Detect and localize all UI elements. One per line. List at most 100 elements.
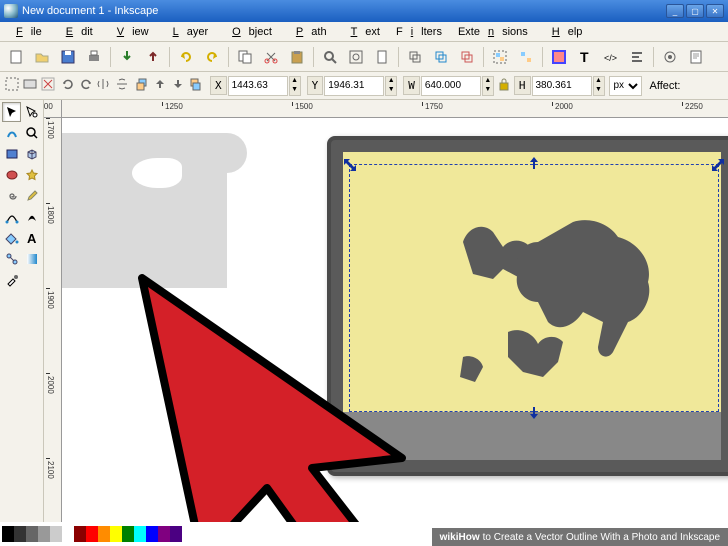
zoom-drawing-button[interactable] [344, 45, 368, 69]
duplicate-button[interactable] [403, 45, 427, 69]
unlink-clone-button[interactable] [455, 45, 479, 69]
color-swatch[interactable] [50, 526, 62, 542]
select-layer-button[interactable] [22, 76, 38, 95]
menu-layer[interactable]: Layer [157, 24, 217, 40]
flip-v-button[interactable] [114, 76, 130, 95]
color-swatch[interactable] [38, 526, 50, 542]
3dbox-tool[interactable] [22, 144, 41, 164]
color-swatch[interactable] [98, 526, 110, 542]
x-input[interactable] [228, 76, 288, 96]
gradient-tool[interactable] [22, 249, 41, 269]
page-background [62, 133, 227, 288]
import-button[interactable] [115, 45, 139, 69]
color-swatch[interactable] [170, 526, 182, 542]
deselect-button[interactable] [40, 76, 56, 95]
spiral-tool[interactable] [2, 186, 21, 206]
bitmap-frame[interactable] [327, 136, 728, 476]
export-button[interactable] [141, 45, 165, 69]
x-spinner[interactable]: ▲▼ [289, 76, 301, 96]
scale-handle-nw[interactable] [343, 158, 357, 172]
copy-button[interactable] [233, 45, 257, 69]
select-all-button[interactable] [4, 76, 20, 95]
save-button[interactable] [56, 45, 80, 69]
xml-editor-button[interactable]: </> [599, 45, 623, 69]
menu-object[interactable]: Object [216, 24, 280, 40]
scale-handle-ne[interactable] [711, 158, 725, 172]
paste-button[interactable] [285, 45, 309, 69]
menu-text[interactable]: Text [335, 24, 388, 40]
h-spinner[interactable]: ▲▼ [593, 76, 605, 96]
raise-button[interactable] [152, 76, 168, 95]
flip-h-button[interactable] [96, 76, 112, 95]
zoom-page-button[interactable] [370, 45, 394, 69]
menu-extensions[interactable]: Extensions [450, 24, 536, 40]
color-swatch[interactable] [62, 526, 74, 542]
cut-button[interactable] [259, 45, 283, 69]
align-dialog-button[interactable] [625, 45, 649, 69]
prefs-button[interactable] [658, 45, 682, 69]
connector-tool[interactable] [2, 249, 21, 269]
rect-tool[interactable] [2, 144, 21, 164]
color-swatch[interactable] [110, 526, 122, 542]
main-toolbar: T </> [0, 42, 728, 72]
color-swatch[interactable] [158, 526, 170, 542]
star-tool[interactable] [22, 165, 41, 185]
print-button[interactable] [82, 45, 106, 69]
unit-select[interactable]: px [609, 76, 642, 96]
w-spinner[interactable]: ▲▼ [482, 76, 494, 96]
w-input[interactable] [421, 76, 481, 96]
menu-file[interactable]: File [0, 24, 50, 40]
rotate-cw-button[interactable] [78, 76, 94, 95]
redo-button[interactable] [200, 45, 224, 69]
bucket-tool[interactable] [2, 228, 21, 248]
maximize-button[interactable]: ▢ [686, 4, 704, 18]
y-input[interactable] [324, 76, 384, 96]
close-button[interactable]: ✕ [706, 4, 724, 18]
zoom-fit-button[interactable] [318, 45, 342, 69]
y-spinner[interactable]: ▲▼ [385, 76, 397, 96]
ellipse-tool[interactable] [2, 165, 21, 185]
menu-filters[interactable]: Filters [388, 24, 450, 40]
tweak-tool[interactable] [2, 123, 21, 143]
lower-bottom-button[interactable] [188, 76, 204, 95]
scale-handle-s[interactable] [527, 406, 541, 420]
menu-help[interactable]: Help [536, 24, 591, 40]
h-input[interactable] [532, 76, 592, 96]
open-button[interactable] [30, 45, 54, 69]
lower-button[interactable] [170, 76, 186, 95]
color-swatch[interactable] [26, 526, 38, 542]
doc-props-button[interactable] [684, 45, 708, 69]
text-tool[interactable]: A [22, 228, 41, 248]
text-dialog-button[interactable]: T [573, 45, 597, 69]
color-swatch[interactable] [122, 526, 134, 542]
undo-button[interactable] [174, 45, 198, 69]
raise-top-button[interactable] [134, 76, 150, 95]
clone-button[interactable] [429, 45, 453, 69]
group-button[interactable] [488, 45, 512, 69]
dropper-tool[interactable] [2, 270, 22, 290]
calligraphy-tool[interactable] [22, 207, 41, 227]
canvas[interactable]: 100012501500175020002250 170018001900200… [44, 100, 728, 522]
color-swatch[interactable] [2, 526, 14, 542]
color-swatch[interactable] [14, 526, 26, 542]
color-swatch[interactable] [86, 526, 98, 542]
node-tool[interactable] [22, 102, 41, 122]
ruler-horizontal: 100012501500175020002250 [62, 100, 728, 118]
color-swatch[interactable] [134, 526, 146, 542]
pencil-tool[interactable] [22, 186, 41, 206]
menu-edit[interactable]: Edit [50, 24, 101, 40]
bezier-tool[interactable] [2, 207, 21, 227]
selector-tool[interactable] [2, 102, 21, 122]
ungroup-button[interactable] [514, 45, 538, 69]
new-doc-button[interactable] [4, 45, 28, 69]
color-swatch[interactable] [146, 526, 158, 542]
lock-aspect-button[interactable] [498, 76, 510, 95]
fill-stroke-button[interactable] [547, 45, 571, 69]
scale-handle-n[interactable] [527, 156, 541, 170]
minimize-button[interactable]: _ [666, 4, 684, 18]
rotate-ccw-button[interactable] [60, 76, 76, 95]
color-swatch[interactable] [74, 526, 86, 542]
menu-view[interactable]: View [101, 24, 157, 40]
menu-path[interactable]: Path [280, 24, 335, 40]
zoom-tool[interactable] [22, 123, 41, 143]
